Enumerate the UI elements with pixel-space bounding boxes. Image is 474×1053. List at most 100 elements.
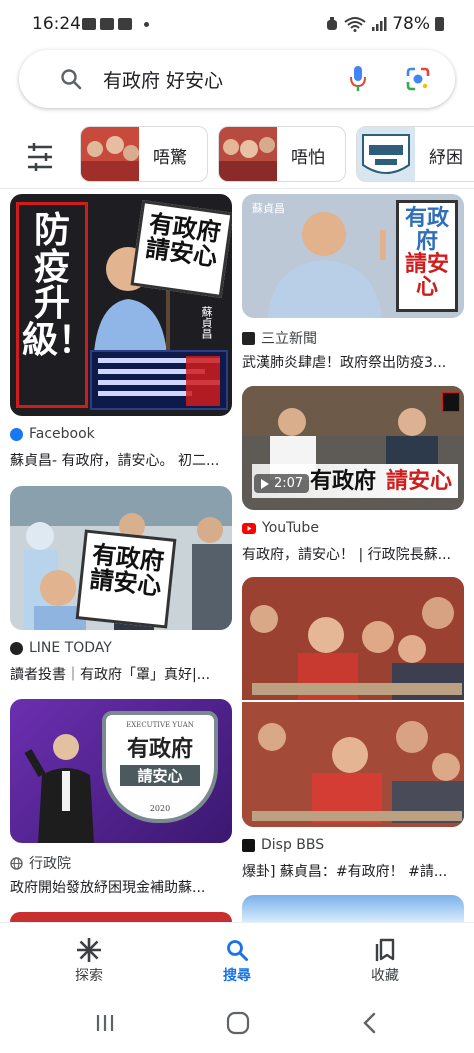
result-title[interactable]: 政府開始發放紓困現金補助蘇... bbox=[10, 877, 232, 897]
source-name: Facebook bbox=[29, 426, 95, 442]
globe-icon bbox=[10, 856, 23, 870]
image-result-executive-yuan[interactable]: EXECUTIVE YUAN 有政府 請安心 2020 行政院 政府開始發放紓困… bbox=[10, 699, 232, 897]
result-source: YouTube bbox=[242, 520, 319, 536]
chip-thumbnail bbox=[357, 127, 415, 181]
search-icon bbox=[227, 940, 248, 961]
divider bbox=[0, 188, 474, 189]
result-image[interactable]: 防疫升級！ 有政府 請安心 蘇貞昌 bbox=[10, 194, 232, 416]
image-result-sanli[interactable]: 蘇貞昌 有政府 請安心 三立新聞 武漢肺炎肆虐！政府祭出防疫3... bbox=[242, 194, 464, 372]
youtube-icon bbox=[242, 522, 256, 534]
crowd-collage bbox=[242, 577, 464, 827]
result-title[interactable]: 有政府，請安心！ | 行政院長蘇... bbox=[242, 544, 464, 564]
placard: 有政府 請安心 bbox=[75, 529, 177, 629]
bottom-navigation: 探索 搜尋 收藏 bbox=[0, 922, 474, 998]
search-icon[interactable] bbox=[59, 67, 83, 91]
nav-discover[interactable]: 探索 bbox=[39, 935, 139, 985]
youtube-notification-icon-2 bbox=[118, 18, 132, 30]
source-name: LINE TODAY bbox=[29, 640, 112, 656]
disp-bbs-icon bbox=[242, 838, 255, 852]
placard-line-1: 有政府 bbox=[404, 205, 449, 255]
facebook-icon bbox=[10, 427, 23, 441]
recent-apps-icon[interactable] bbox=[94, 1012, 116, 1034]
chip-thumbnail bbox=[81, 127, 139, 181]
result-image[interactable]: 有政府 請安心 2:07 bbox=[242, 386, 464, 510]
chip-related-2[interactable]: 唔怕 bbox=[218, 126, 346, 182]
side-slogan: 防疫升級！ bbox=[22, 209, 95, 362]
chip-related-3[interactable]: 紓困 bbox=[356, 126, 474, 182]
result-source: LINE TODAY bbox=[10, 640, 112, 656]
source-name: 行政院 bbox=[29, 856, 71, 872]
lens-icon[interactable] bbox=[405, 66, 431, 92]
result-source: 三立新聞 bbox=[242, 328, 317, 348]
nav-label: 收藏 bbox=[371, 968, 399, 984]
system-navigation-bar bbox=[0, 998, 474, 1053]
chip-label: 唔怕 bbox=[291, 148, 325, 168]
result-source: Disp BBS bbox=[242, 837, 324, 853]
badge-line-2: 請安心 bbox=[120, 765, 200, 786]
badge-top: EXECUTIVE YUAN bbox=[126, 721, 194, 729]
source-name: Disp BBS bbox=[261, 837, 325, 853]
banner-black: 有政府 bbox=[310, 468, 377, 494]
search-bar[interactable]: 有政府 好安心 bbox=[19, 50, 455, 108]
nav-label: 探索 bbox=[75, 968, 103, 984]
chip-label: 紓困 bbox=[429, 148, 463, 168]
source-name: YouTube bbox=[262, 520, 319, 536]
alarm-icon bbox=[327, 17, 338, 30]
line-today-icon bbox=[10, 641, 23, 655]
chip-label: 唔驚 bbox=[153, 148, 187, 168]
next-result-peek[interactable] bbox=[10, 912, 232, 922]
result-source: 行政院 bbox=[10, 853, 71, 873]
search-input[interactable]: 有政府 好安心 bbox=[103, 66, 223, 93]
image-result-disp-bbs[interactable]: Disp BBS 爆卦] 蘇貞昌：#有政府！ #請... bbox=[242, 577, 464, 880]
result-title[interactable]: 武漢肺炎肆虐！政府祭出防疫3... bbox=[242, 352, 464, 372]
badge-logo: EXECUTIVE YUAN 有政府 請安心 2020 bbox=[102, 711, 218, 823]
result-source: Facebook bbox=[10, 426, 95, 442]
result-title[interactable]: 讀者投書｜有政府「罩」真好|... bbox=[10, 664, 232, 684]
filter-icon[interactable] bbox=[14, 127, 66, 181]
play-icon bbox=[261, 478, 269, 489]
banner-red: 請安心 bbox=[386, 468, 453, 494]
home-icon[interactable] bbox=[226, 1011, 250, 1035]
result-image[interactable]: EXECUTIVE YUAN 有政府 請安心 2020 bbox=[10, 699, 232, 843]
info-panel bbox=[90, 350, 228, 410]
name-tag: 蘇貞昌 bbox=[200, 306, 213, 339]
signal-icon bbox=[372, 17, 387, 31]
person-figure bbox=[268, 212, 386, 318]
placard-line-2: 請安心 bbox=[88, 564, 163, 601]
image-result-facebook[interactable]: 防疫升級！ 有政府 請安心 蘇貞昌 Facebook 蘇貞昌- 有政府，請安心。… bbox=[10, 194, 232, 470]
image-result-youtube[interactable]: 有政府 請安心 2:07 YouTube 有政府，請安心！ | 行政院長蘇... bbox=[242, 386, 464, 564]
chip-related-1[interactable]: 唔驚 bbox=[80, 126, 208, 182]
more-notifications-icon bbox=[144, 21, 149, 27]
next-result-peek[interactable] bbox=[242, 895, 464, 922]
source-name: 三立新聞 bbox=[261, 331, 317, 347]
status-right: 78% bbox=[325, 14, 444, 34]
video-duration-badge: 2:07 bbox=[254, 474, 310, 493]
bookmark-icon bbox=[375, 938, 395, 961]
battery-icon bbox=[435, 17, 444, 31]
result-title[interactable]: 蘇貞昌- 有政府，請安心。 初二... bbox=[10, 450, 232, 470]
result-title[interactable]: 爆卦] 蘇貞昌：#有政府！ #請... bbox=[242, 861, 464, 881]
image-result-line-today[interactable]: 有政府 請安心 LINE TODAY 讀者投書｜有政府「罩」真好|... bbox=[10, 486, 232, 684]
badge-year: 2020 bbox=[149, 804, 171, 813]
result-image[interactable]: 蘇貞昌 有政府 請安心 bbox=[242, 194, 464, 318]
gallery-notification-icon bbox=[82, 18, 96, 30]
speaker-figure bbox=[24, 734, 94, 843]
placard-line-2: 請安心 bbox=[404, 251, 449, 301]
wifi-icon bbox=[344, 17, 366, 32]
sanli-news-icon bbox=[242, 331, 255, 345]
nav-saved[interactable]: 收藏 bbox=[335, 935, 435, 985]
status-time: 16:24 bbox=[32, 14, 81, 34]
microphone-icon[interactable] bbox=[349, 65, 367, 93]
related-chips: 唔驚 唔怕 紓困 bbox=[0, 123, 474, 185]
badge-line-1: 有政府 bbox=[126, 736, 193, 762]
youtube-notification-icon bbox=[100, 18, 114, 30]
placard: 有政府 請安心 bbox=[130, 200, 232, 298]
nav-search[interactable]: 搜尋 bbox=[187, 935, 287, 985]
result-image[interactable] bbox=[242, 577, 464, 827]
notification-icons bbox=[82, 18, 149, 30]
asterisk-icon bbox=[77, 938, 101, 962]
result-image[interactable]: 有政府 請安心 bbox=[10, 486, 232, 630]
back-icon[interactable] bbox=[362, 1012, 378, 1034]
video-duration: 2:07 bbox=[274, 476, 304, 491]
nav-label: 搜尋 bbox=[223, 968, 251, 984]
